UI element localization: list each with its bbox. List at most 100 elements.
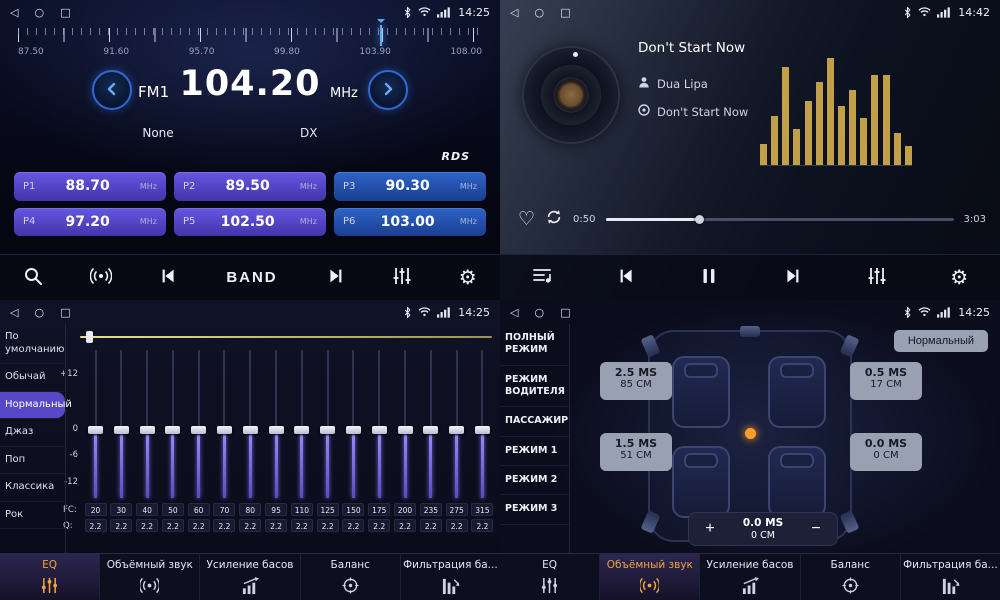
- radio-preset-p2[interactable]: P289.50MHz: [174, 172, 326, 201]
- listening-mode-2[interactable]: РЕЖИМ ВОДИТЕЛЯ: [500, 366, 569, 408]
- audio-eq-button[interactable]: [867, 267, 887, 288]
- eq-band-slider[interactable]: [471, 348, 494, 500]
- eq-band-50[interactable]: 502.2: [161, 348, 184, 553]
- slider-handle[interactable]: [449, 426, 464, 434]
- seek-bar[interactable]: [606, 218, 954, 221]
- tab-balance[interactable]: Баланс: [801, 554, 901, 600]
- eq-band-125[interactable]: 1252.2: [316, 348, 339, 553]
- eq-band-slider[interactable]: [265, 348, 288, 500]
- nav-home-button[interactable]: ○: [534, 6, 544, 19]
- listening-mode-6[interactable]: РЕЖИМ 3: [500, 495, 569, 524]
- nav-recent-button[interactable]: □: [60, 6, 70, 19]
- nav-back-button[interactable]: ◁: [510, 306, 518, 319]
- next-station-button[interactable]: [324, 267, 346, 288]
- slider-handle[interactable]: [398, 426, 413, 434]
- slider-handle[interactable]: [165, 426, 180, 434]
- tune-up-button[interactable]: [368, 70, 408, 110]
- eq-band-70[interactable]: 702.2: [213, 348, 236, 553]
- master-level-slider[interactable]: [80, 331, 492, 343]
- eq-band-slider[interactable]: [213, 348, 236, 500]
- radio-preset-p5[interactable]: P5102.50MHz: [174, 208, 326, 237]
- eq-band-175[interactable]: 1752.2: [368, 348, 391, 553]
- eq-band-slider[interactable]: [84, 348, 107, 500]
- slider-handle[interactable]: [372, 426, 387, 434]
- eq-preset-item[interactable]: Обычай: [0, 364, 65, 392]
- tab-filter[interactable]: Фильтрация ба...: [901, 554, 1000, 600]
- delay-decrease-button[interactable]: −: [805, 520, 827, 538]
- radio-preset-p4[interactable]: P497.20MHz: [14, 208, 166, 237]
- eq-preset-item[interactable]: Джаз: [0, 419, 65, 447]
- sound-profile-button[interactable]: Нормальный: [894, 330, 988, 352]
- nav-home-button[interactable]: ○: [534, 306, 544, 319]
- tab-eq[interactable]: EQ: [500, 554, 600, 600]
- radio-preset-p3[interactable]: P390.30MHz: [334, 172, 486, 201]
- eq-band-slider[interactable]: [394, 348, 417, 500]
- eq-band-235[interactable]: 2352.2: [419, 348, 442, 553]
- listening-mode-5[interactable]: РЕЖИМ 2: [500, 466, 569, 495]
- eq-preset-item[interactable]: Классика: [0, 474, 65, 502]
- tab-bass-boost[interactable]: Усиление басов: [700, 554, 800, 600]
- slider-handle[interactable]: [217, 426, 232, 434]
- band-button[interactable]: BAND: [226, 269, 277, 286]
- slider-handle[interactable]: [346, 426, 361, 434]
- listening-mode-4[interactable]: РЕЖИМ 1: [500, 437, 569, 466]
- search-button[interactable]: [23, 266, 43, 289]
- eq-preset-item[interactable]: Нормальный: [0, 392, 65, 420]
- eq-preset-item[interactable]: По умолчанию: [0, 324, 65, 364]
- previous-track-button[interactable]: [616, 267, 638, 288]
- settings-button[interactable]: ⚙: [950, 268, 968, 288]
- eq-band-slider[interactable]: [368, 348, 391, 500]
- eq-band-30[interactable]: 302.2: [110, 348, 133, 553]
- slider-handle[interactable]: [114, 426, 129, 434]
- eq-band-slider[interactable]: [110, 348, 133, 500]
- tab-surround-sound[interactable]: Объёмный звук: [100, 554, 200, 600]
- delay-rear-left[interactable]: 1.5 MS51 CM: [600, 433, 672, 471]
- nav-back-button[interactable]: ◁: [510, 6, 518, 19]
- tab-balance[interactable]: Баланс: [301, 554, 401, 600]
- radio-preset-p1[interactable]: P188.70MHz: [14, 172, 166, 201]
- nav-home-button[interactable]: ○: [34, 306, 44, 319]
- slider-handle[interactable]: [191, 426, 206, 434]
- nav-recent-button[interactable]: □: [60, 306, 70, 319]
- delay-front-right[interactable]: 0.5 MS17 CM: [850, 362, 922, 400]
- tab-filter[interactable]: Фильтрация ба...: [401, 554, 500, 600]
- slider-handle[interactable]: [269, 426, 284, 434]
- favorite-button[interactable]: ♡: [518, 208, 535, 230]
- eq-band-slider[interactable]: [419, 348, 442, 500]
- delay-increase-button[interactable]: +: [699, 520, 721, 538]
- listening-position-dot[interactable]: [745, 428, 756, 439]
- eq-band-slider[interactable]: [239, 348, 262, 500]
- nav-recent-button[interactable]: □: [560, 306, 570, 319]
- eq-band-slider[interactable]: [161, 348, 184, 500]
- tab-bass-boost[interactable]: Усиление басов: [200, 554, 300, 600]
- tab-eq[interactable]: EQ: [0, 554, 100, 600]
- eq-preset-item[interactable]: Рок: [0, 502, 65, 530]
- slider-handle[interactable]: [320, 426, 335, 434]
- slider-handle[interactable]: [88, 426, 103, 434]
- delay-front-left[interactable]: 2.5 MS85 CM: [600, 362, 672, 400]
- tab-surround-sound[interactable]: Объёмный звук: [600, 554, 700, 600]
- eq-band-slider[interactable]: [445, 348, 468, 500]
- pause-button[interactable]: [701, 267, 717, 288]
- frequency-ruler[interactable]: 87.50 91.60 95.70 99.80 103.90 108.00: [18, 28, 482, 64]
- nav-back-button[interactable]: ◁: [10, 306, 18, 319]
- eq-band-slider[interactable]: [290, 348, 313, 500]
- eq-band-slider[interactable]: [187, 348, 210, 500]
- listening-mode-3[interactable]: ПАССАЖИР: [500, 407, 569, 436]
- eq-band-20[interactable]: 202.2: [84, 348, 107, 553]
- previous-station-button[interactable]: [158, 267, 180, 288]
- tune-down-button[interactable]: [92, 70, 132, 110]
- delay-rear-right[interactable]: 0.0 MS0 CM: [850, 433, 922, 471]
- eq-band-slider[interactable]: [316, 348, 339, 500]
- eq-band-60[interactable]: 602.2: [187, 348, 210, 553]
- slider-handle[interactable]: [475, 426, 490, 434]
- slider-handle[interactable]: [294, 426, 309, 434]
- eq-band-275[interactable]: 2752.2: [445, 348, 468, 553]
- slider-handle[interactable]: [140, 426, 155, 434]
- master-slider-handle[interactable]: [86, 331, 93, 343]
- eq-band-slider[interactable]: [136, 348, 159, 500]
- eq-band-95[interactable]: 952.2: [265, 348, 288, 553]
- next-track-button[interactable]: [781, 267, 803, 288]
- playlist-button[interactable]: [532, 267, 552, 288]
- nav-back-button[interactable]: ◁: [10, 6, 18, 19]
